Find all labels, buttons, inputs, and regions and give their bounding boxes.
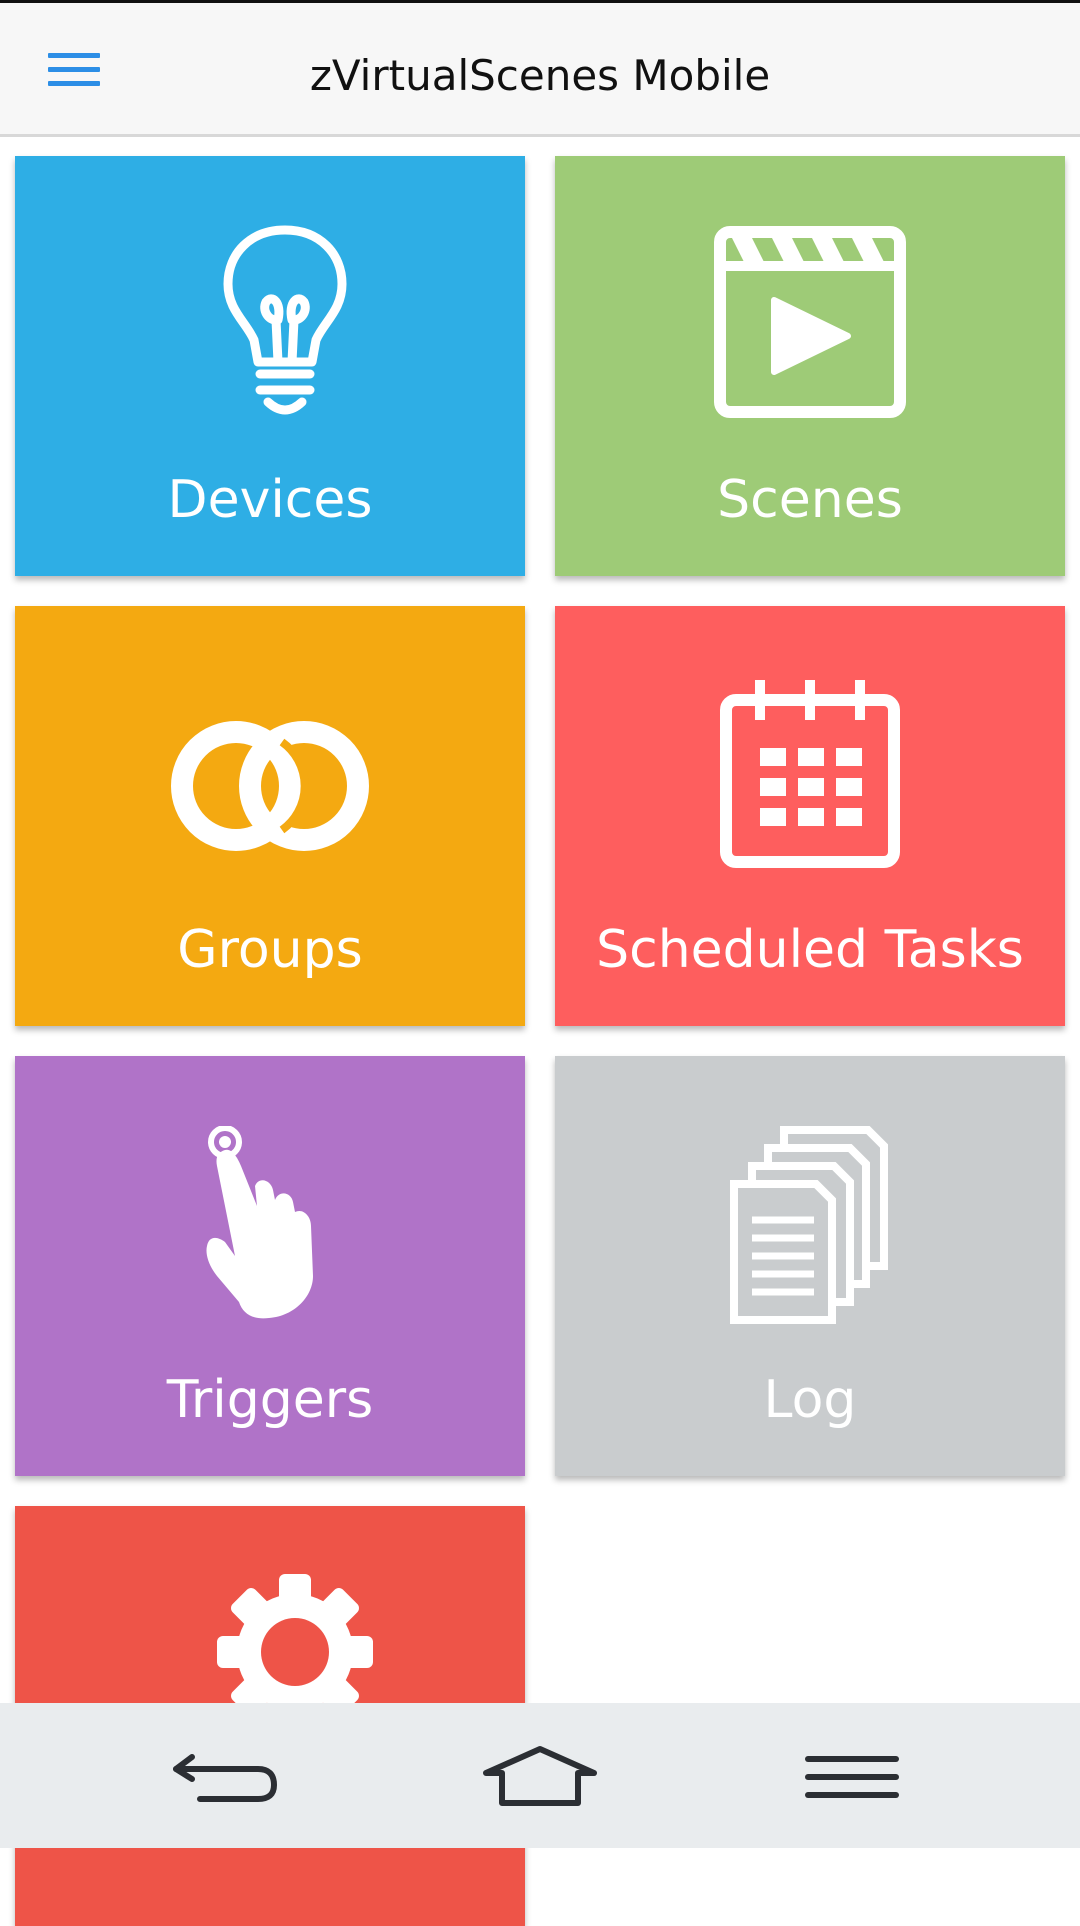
tile-log[interactable]: Log bbox=[555, 1056, 1065, 1476]
tile-label-triggers: Triggers bbox=[166, 1370, 374, 1430]
tile-devices[interactable]: Devices bbox=[15, 156, 525, 576]
back-icon[interactable] bbox=[170, 1747, 280, 1811]
clapperboard-icon bbox=[555, 156, 1065, 456]
tile-label-scenes: Scenes bbox=[717, 470, 903, 530]
app-title: zVirtualScenes Mobile bbox=[309, 51, 771, 100]
home-icon[interactable] bbox=[482, 1745, 598, 1813]
tile-triggers[interactable]: Triggers bbox=[15, 1056, 525, 1476]
tile-label-groups: Groups bbox=[177, 920, 363, 980]
linked-rings-icon bbox=[15, 606, 525, 906]
tile-label-scheduled-tasks: Scheduled Tasks bbox=[596, 920, 1024, 980]
documents-icon bbox=[555, 1056, 1065, 1356]
tile-scenes[interactable]: Scenes bbox=[555, 156, 1065, 576]
menu-icon[interactable] bbox=[804, 1753, 900, 1807]
tile-scheduled-tasks[interactable]: Scheduled Tasks bbox=[555, 606, 1065, 1026]
lightbulb-icon bbox=[15, 156, 525, 456]
tile-groups[interactable]: Groups bbox=[15, 606, 525, 1026]
tile-label-devices: Devices bbox=[167, 470, 373, 530]
tile-label-log: Log bbox=[763, 1370, 857, 1430]
tap-hand-icon bbox=[15, 1056, 525, 1356]
calendar-icon bbox=[555, 606, 1065, 906]
system-nav-bar bbox=[0, 1703, 1080, 1848]
app-bar: zVirtualScenes Mobile bbox=[0, 3, 1080, 137]
